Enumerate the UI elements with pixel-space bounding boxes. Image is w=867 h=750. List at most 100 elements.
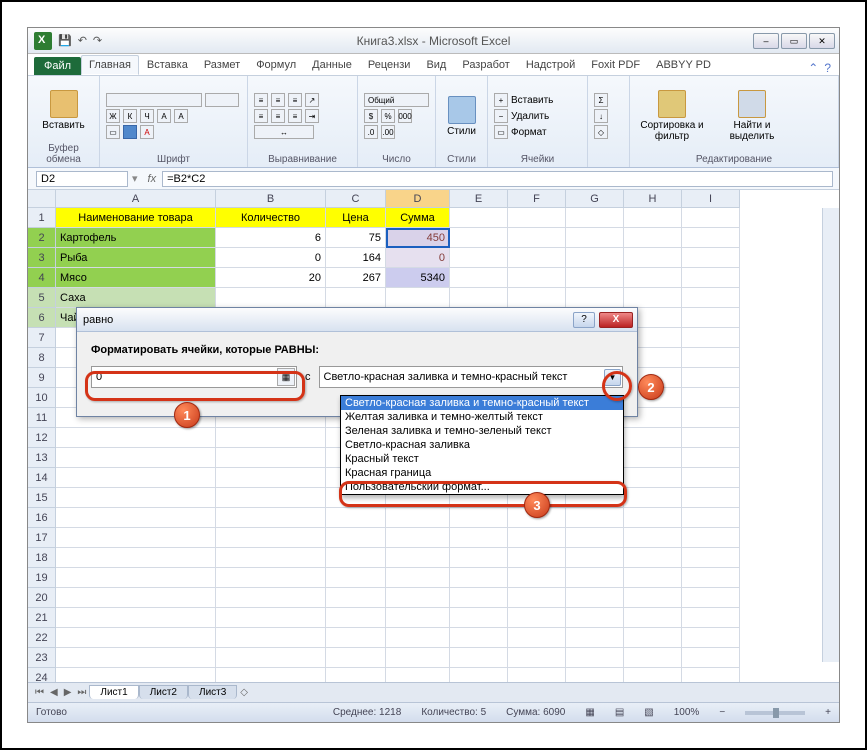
cell[interactable] [624,248,682,268]
col-header-f[interactable]: F [508,190,566,208]
cell[interactable] [624,568,682,588]
font-size-combo[interactable] [205,93,239,107]
cell[interactable]: Цена [326,208,386,228]
cell[interactable] [624,228,682,248]
cell[interactable] [56,648,216,668]
cell[interactable] [566,268,624,288]
cell[interactable]: 267 [326,268,386,288]
cell[interactable]: 6 [216,228,326,248]
cell[interactable] [386,288,450,308]
cell[interactable] [624,648,682,668]
cell[interactable] [326,628,386,648]
cell[interactable] [682,348,740,368]
cell[interactable] [508,608,566,628]
cell[interactable] [386,608,450,628]
vertical-scrollbar[interactable] [822,208,839,662]
italic-button[interactable]: К [123,109,137,123]
cell[interactable] [508,668,566,682]
cell[interactable] [450,228,508,248]
col-header-i[interactable]: I [682,190,740,208]
cell[interactable] [508,228,566,248]
cell[interactable] [624,288,682,308]
merge-button[interactable]: ↔ [254,125,314,139]
fill-button[interactable]: ↓ [594,109,608,123]
col-header-d[interactable]: D [386,190,450,208]
cell[interactable] [508,288,566,308]
cell[interactable] [682,628,740,648]
cell[interactable] [682,468,740,488]
view-layout-icon[interactable]: ▤ [615,707,624,718]
comma-button[interactable]: 000 [398,109,412,123]
zoom-slider[interactable] [745,711,805,715]
find-select-button[interactable]: Найти и выделить [718,88,786,144]
save-icon[interactable]: 💾 [58,34,72,47]
cell[interactable] [326,508,386,528]
cell[interactable] [216,428,326,448]
cell[interactable] [450,508,508,528]
zoom-level[interactable]: 100% [674,707,700,718]
cell[interactable] [682,528,740,548]
font-color-button[interactable]: A [140,125,154,139]
align-right-button[interactable]: ≡ [288,109,302,123]
cell[interactable] [450,548,508,568]
zoom-in-icon[interactable]: + [825,707,831,718]
cell[interactable]: 75 [326,228,386,248]
cell[interactable] [566,288,624,308]
row-header[interactable]: 14 [28,468,56,488]
tab-insert[interactable]: Вставка [139,55,196,75]
cell[interactable] [508,268,566,288]
tab-foxit[interactable]: Foxit PDF [583,55,648,75]
sheet-nav-last-icon[interactable]: ⏭ [74,687,89,698]
fx-icon[interactable]: fx [148,173,157,185]
cell[interactable] [216,628,326,648]
sheet-nav-next-icon[interactable]: ▶ [61,687,75,698]
cell[interactable] [216,548,326,568]
cell[interactable] [566,668,624,682]
cell[interactable] [386,648,450,668]
cell[interactable] [508,628,566,648]
cell[interactable] [682,268,740,288]
cell[interactable] [216,288,326,308]
cell[interactable] [566,508,624,528]
col-header-e[interactable]: E [450,190,508,208]
cell[interactable] [450,268,508,288]
cell[interactable] [450,628,508,648]
cell[interactable] [682,548,740,568]
cell[interactable] [386,528,450,548]
delete-cells-button[interactable]: Удалить [511,111,549,122]
sheet-nav-prev-icon[interactable]: ◀ [47,687,61,698]
cell[interactable] [450,288,508,308]
combo-option[interactable]: Красная граница [341,466,623,480]
cell[interactable] [326,608,386,628]
font-name-combo[interactable] [106,93,202,107]
cell[interactable] [216,568,326,588]
cell[interactable] [386,508,450,528]
cell[interactable] [682,448,740,468]
tab-abbyy[interactable]: ABBYY PD [648,55,719,75]
cell[interactable] [682,328,740,348]
combo-option[interactable]: Красный текст [341,452,623,466]
maximize-button[interactable]: ▭ [781,33,807,49]
format-combo[interactable]: Светло-красная заливка и темно-красный т… [319,366,624,388]
cell[interactable]: Саха [56,288,216,308]
cell[interactable] [508,528,566,548]
combo-option[interactable]: Светло-красная заливка и темно-красный т… [341,396,623,410]
percent-button[interactable]: % [381,109,395,123]
styles-button[interactable]: Стили [442,79,481,153]
minimize-ribbon-icon[interactable]: ⌃ [808,61,818,75]
redo-icon[interactable]: ↷ [93,34,102,47]
col-header-g[interactable]: G [566,190,624,208]
combo-option-custom[interactable]: Пользовательский формат... [341,480,623,494]
cell[interactable] [386,668,450,682]
cell[interactable] [624,588,682,608]
cell[interactable] [624,268,682,288]
row-header[interactable]: 13 [28,448,56,468]
cell[interactable] [508,208,566,228]
value-input[interactable] [92,371,274,383]
cell[interactable] [566,528,624,548]
bold-button[interactable]: Ж [106,109,120,123]
cell[interactable] [682,588,740,608]
cell[interactable]: Картофель [56,228,216,248]
cell[interactable] [508,648,566,668]
cell[interactable] [450,528,508,548]
